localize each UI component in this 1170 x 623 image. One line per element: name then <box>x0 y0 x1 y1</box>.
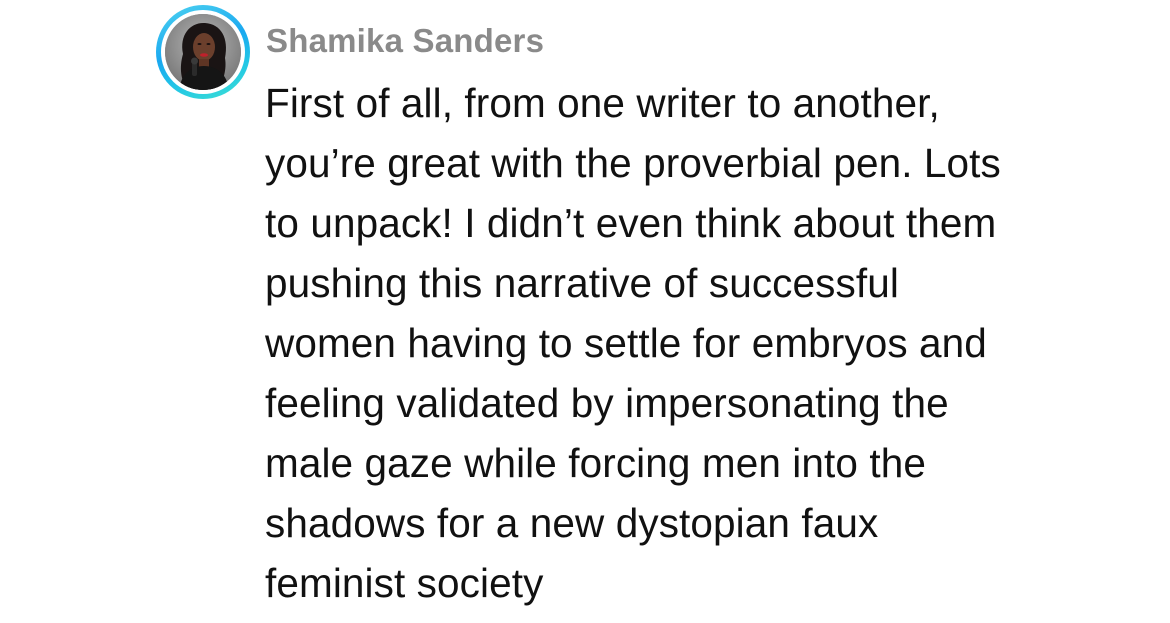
comment-line: to unpack! I didn’t even think about the… <box>265 200 997 246</box>
comment-line: feeling validated by impersonating the <box>265 380 949 426</box>
comment-line: First of all, from one writer to another… <box>265 80 940 126</box>
comment-line: shadows for a new dystopian faux <box>265 500 879 546</box>
comment-line: pushing this narrative of successful <box>265 260 899 306</box>
comment-body: First of all, from one writer to another… <box>265 73 1145 613</box>
comment-item: Shamika Sanders First of all, from one w… <box>0 0 1170 623</box>
comment-line: you’re great with the proverbial pen. Lo… <box>265 140 1001 186</box>
comment-username[interactable]: Shamika Sanders <box>266 21 544 61</box>
avatar-photo-icon <box>165 14 241 90</box>
avatar[interactable] <box>165 14 241 90</box>
comment-line: feminist society <box>265 560 544 606</box>
comment-line: women having to settle for embryos and <box>265 320 987 366</box>
story-ring[interactable] <box>156 5 250 99</box>
comment-line: male gaze while forcing men into the <box>265 440 926 486</box>
